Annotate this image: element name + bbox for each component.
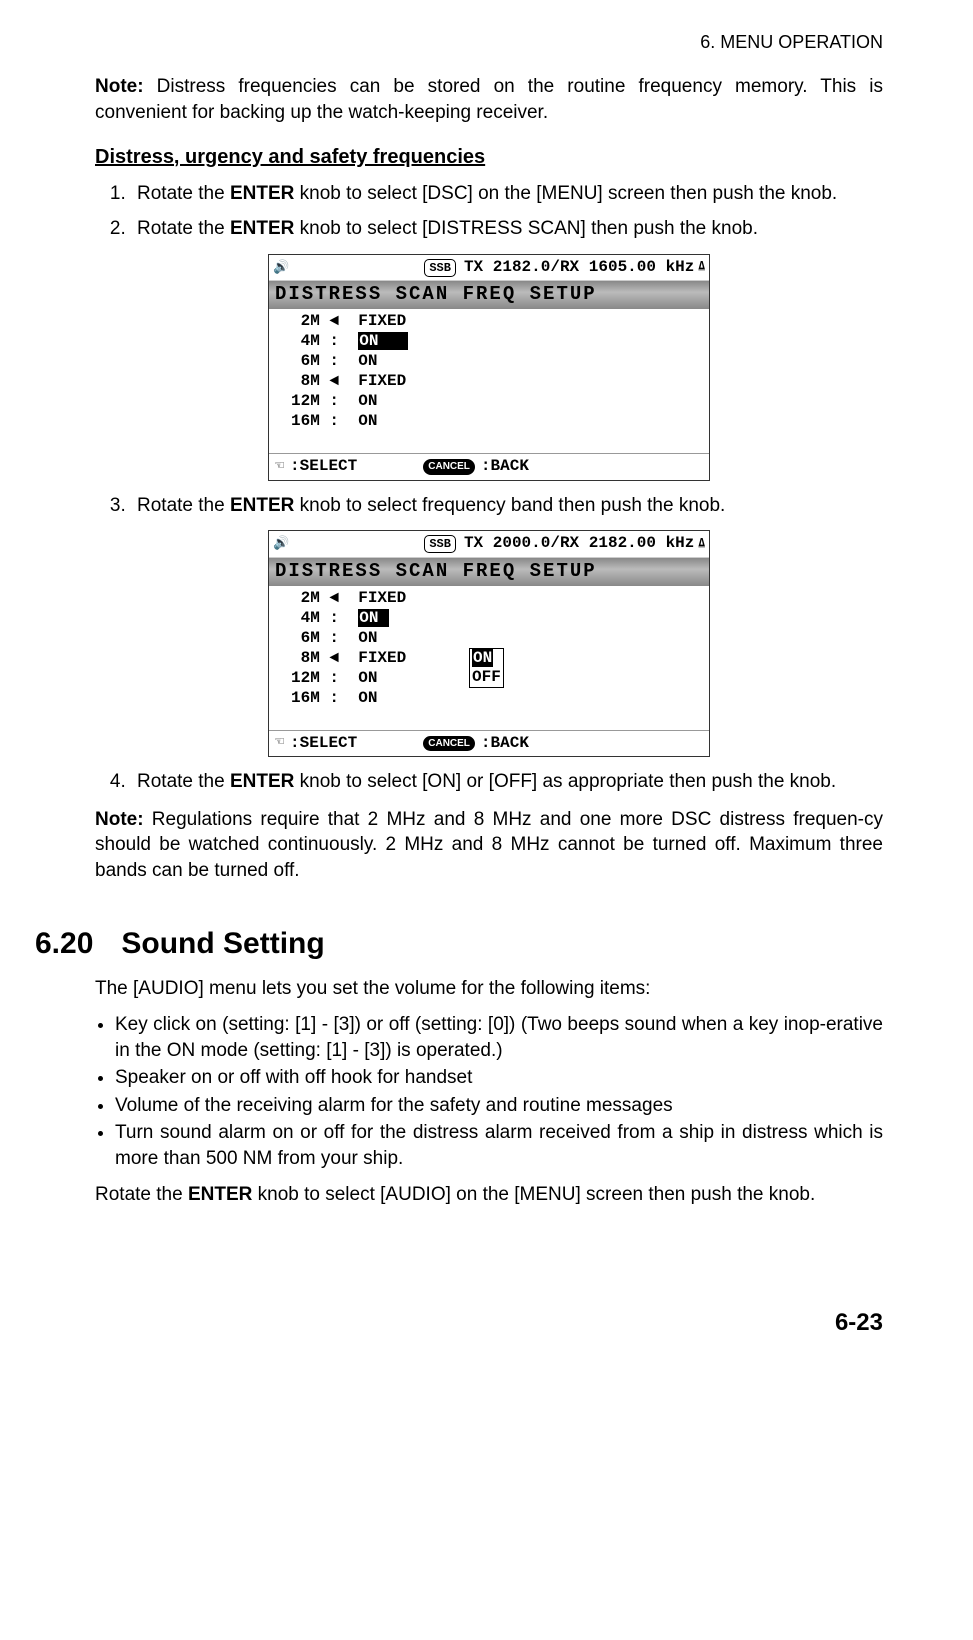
bullet-item: Speaker on or off with off hook for hand… — [115, 1065, 883, 1091]
page-number: 6-23 — [95, 1307, 883, 1339]
footer-select: :SELECT — [290, 733, 357, 755]
cancel-badge: CANCEL — [423, 459, 475, 475]
freq-display: TX 2182.0/RX 1605.00 kHz — [464, 257, 694, 279]
note-label: Note: — [95, 809, 144, 830]
band-row-4m: 4M : ON — [291, 331, 701, 351]
bullet-item: Key click on (setting: [1] - [3]) or off… — [115, 1012, 883, 1063]
bullet-item: Volume of the receiving alarm for the sa… — [115, 1093, 883, 1119]
cancel-badge: CANCEL — [423, 736, 475, 752]
enter-knob-label: ENTER — [230, 771, 294, 792]
bullet-item: Turn sound alarm on or off for the distr… — [115, 1120, 883, 1171]
enter-icon: ☜ — [275, 457, 284, 477]
band-row-4m: 4M : ON — [291, 608, 701, 628]
section-heading: 6.20 Sound Setting — [35, 924, 883, 965]
lcd-screen-2: 🔊 SSB TX 2000.0/RX 2182.00 kHz ⍙ DISTRES… — [268, 530, 710, 757]
screen-body: 2M ◄ FIXED 4M : ON 6M : ON 8M ◄ FIXED 12… — [269, 586, 709, 730]
subheading-distress: Distress, urgency and safety frequencies — [95, 144, 883, 171]
step-text: knob to select [DISTRESS SCAN] then push… — [294, 218, 758, 239]
freq-display: TX 2000.0/RX 2182.00 kHz — [464, 533, 694, 555]
band-row-16m: 16M : ON — [291, 688, 701, 708]
ssb-badge: SSB — [424, 535, 456, 553]
step-text: Rotate the — [137, 218, 230, 239]
screen-title: DISTRESS SCAN FREQ SETUP — [269, 558, 709, 586]
step-4: Rotate the ENTER knob to select [ON] or … — [131, 769, 883, 795]
section-number: 6.20 — [35, 924, 93, 965]
section-intro: The [AUDIO] menu lets you set the volume… — [95, 976, 883, 1002]
screen-body: 2M ◄ FIXED 4M : ON 6M : ON 8M ◄ FIXED 12… — [269, 309, 709, 453]
ssb-badge: SSB — [424, 259, 456, 277]
band-row-6m: 6M : ON — [291, 628, 701, 648]
speaker-icon: 🔊 — [273, 535, 289, 553]
screen-footer: ☜ :SELECT CANCEL :BACK — [269, 453, 709, 480]
on-off-popup: ON OFF — [469, 648, 504, 688]
enter-knob-label: ENTER — [188, 1184, 252, 1205]
screen-footer: ☜ :SELECT CANCEL :BACK — [269, 730, 709, 757]
step-2: Rotate the ENTER knob to select [DISTRES… — [131, 216, 883, 242]
step-text: knob to select [ON] or [OFF] as appropri… — [294, 771, 836, 792]
band-row-6m: 6M : ON — [291, 351, 701, 371]
footer-back: :BACK — [481, 733, 529, 755]
popup-off: OFF — [472, 668, 501, 687]
note-text: Distress frequencies can be stored on th… — [95, 76, 883, 123]
bullet-list: Key click on (setting: [1] - [3]) or off… — [95, 1012, 883, 1172]
band-row-2m: 2M ◄ FIXED — [291, 588, 701, 608]
section-title: Sound Setting — [121, 924, 324, 965]
section-closing: Rotate the ENTER knob to select [AUDIO] … — [95, 1182, 883, 1208]
step-text: Rotate the — [137, 771, 230, 792]
note-paragraph-1: Note: Distress frequencies can be stored… — [95, 74, 883, 125]
closing-text: Rotate the — [95, 1184, 188, 1205]
lcd-screen-1: 🔊 SSB TX 2182.0/RX 1605.00 kHz ⍙ DISTRES… — [268, 254, 710, 481]
band-row-12m: 12M : ON — [291, 391, 701, 411]
step-text: Rotate the — [137, 183, 230, 204]
step-text: knob to select [DSC] on the [MENU] scree… — [294, 183, 837, 204]
band-row-2m: 2M ◄ FIXED — [291, 311, 701, 331]
note-paragraph-2: Note: Regulations require that 2 MHz and… — [95, 807, 883, 884]
selected-value: ON — [358, 609, 389, 627]
band-row-8m: 8M ◄ FIXED — [291, 371, 701, 391]
selected-value: ON — [358, 332, 408, 350]
screen-title: DISTRESS SCAN FREQ SETUP — [269, 281, 709, 309]
antenna-icon: ⍙ — [698, 537, 705, 552]
antenna-icon: ⍙ — [698, 260, 705, 275]
page-header: 6. MENU OPERATION — [95, 30, 883, 54]
screen-top-bar: 🔊 SSB TX 2182.0/RX 1605.00 kHz ⍙ — [269, 255, 709, 282]
enter-knob-label: ENTER — [230, 183, 294, 204]
enter-icon: ☜ — [275, 733, 284, 753]
footer-select: :SELECT — [290, 456, 357, 478]
step-1: Rotate the ENTER knob to select [DSC] on… — [131, 181, 883, 207]
speaker-icon: 🔊 — [273, 259, 289, 277]
note-label: Note: — [95, 76, 144, 97]
enter-knob-label: ENTER — [230, 218, 294, 239]
note-text: Regulations require that 2 MHz and 8 MHz… — [95, 809, 883, 881]
closing-text: knob to select [AUDIO] on the [MENU] scr… — [252, 1184, 815, 1205]
step-text: knob to select frequency band then push … — [294, 495, 725, 516]
footer-back: :BACK — [481, 456, 529, 478]
screen-top-bar: 🔊 SSB TX 2000.0/RX 2182.00 kHz ⍙ — [269, 531, 709, 558]
band-row-16m: 16M : ON — [291, 411, 701, 431]
step-3: Rotate the ENTER knob to select frequenc… — [131, 493, 883, 519]
enter-knob-label: ENTER — [230, 495, 294, 516]
popup-on: ON — [472, 649, 493, 667]
step-text: Rotate the — [137, 495, 230, 516]
